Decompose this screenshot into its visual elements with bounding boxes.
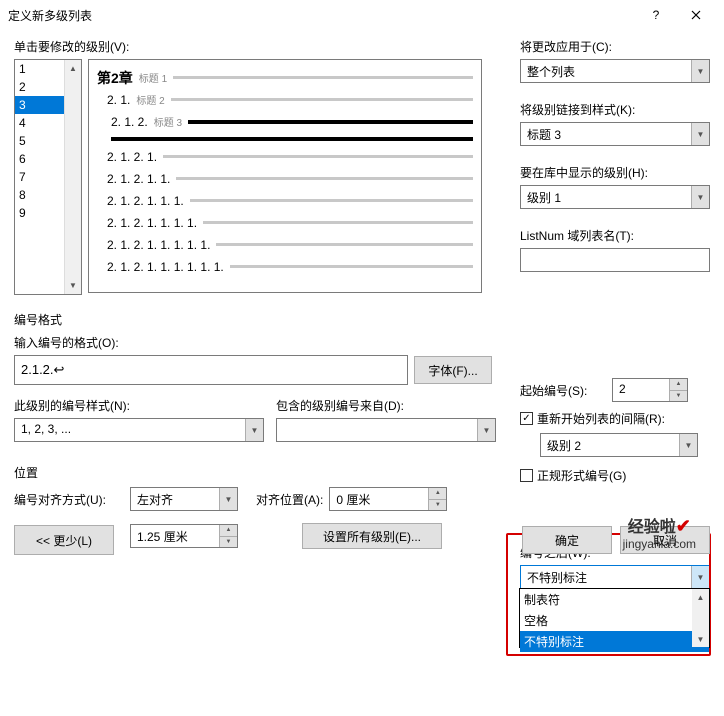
ok-button[interactable]: 确定 <box>522 526 612 554</box>
level-item-5[interactable]: 5 <box>15 132 64 150</box>
checkbox-unchecked-icon <box>520 469 533 482</box>
cancel-button[interactable]: 取消 <box>620 526 710 554</box>
scroll-up-icon[interactable]: ▲ <box>692 589 709 605</box>
follow-option-space[interactable]: 空格 <box>520 610 709 631</box>
apply-to-label: 将更改应用于(C): <box>520 38 710 55</box>
include-level-dropdown[interactable]: ▼ <box>276 418 496 442</box>
align-dropdown[interactable]: 左对齐 ▼ <box>130 487 238 511</box>
spin-up-icon[interactable]: ▲ <box>429 488 446 500</box>
close-button[interactable] <box>676 1 716 29</box>
include-level-label: 包含的级别编号来自(D): <box>276 397 496 414</box>
level-item-7[interactable]: 7 <box>15 168 64 186</box>
level-item-4[interactable]: 4 <box>15 114 64 132</box>
less-button[interactable]: << 更少(L) <box>14 525 114 555</box>
align-label: 编号对齐方式(U): <box>14 491 124 508</box>
gallery-level-dropdown[interactable]: 级别 1 ▼ <box>520 185 710 209</box>
level-item-9[interactable]: 9 <box>15 204 64 222</box>
follow-option-nothing[interactable]: 不特别标注 <box>520 631 709 652</box>
follow-option-tab[interactable]: 制表符 <box>520 589 709 610</box>
listnum-label: ListNum 域列表名(T): <box>520 227 710 244</box>
chevron-down-icon[interactable]: ▼ <box>219 488 237 510</box>
gallery-level-label: 要在库中显示的级别(H): <box>520 164 710 181</box>
titlebar: 定义新多级列表 ? <box>0 0 724 30</box>
level-item-2[interactable]: 2 <box>15 78 64 96</box>
start-at-spinner[interactable]: 2 ▲▼ <box>612 378 688 402</box>
chevron-down-icon[interactable]: ▼ <box>477 419 495 441</box>
preview-pane: 第2章标题 1 2. 1.标题 2 2. 1. 2.标题 3 2. 1. 2. … <box>88 59 482 293</box>
checkbox-checked-icon: ✓ <box>520 412 533 425</box>
chevron-down-icon[interactable]: ▼ <box>679 434 697 456</box>
link-style-dropdown[interactable]: 标题 3 ▼ <box>520 122 710 146</box>
chevron-down-icon[interactable]: ▼ <box>245 419 263 441</box>
level-list-label: 单击要修改的级别(V): <box>14 38 510 55</box>
chevron-down-icon[interactable]: ▼ <box>691 60 709 82</box>
spin-up-icon[interactable]: ▲ <box>670 379 687 391</box>
listnum-input[interactable] <box>520 248 710 272</box>
chevron-down-icon[interactable]: ▼ <box>691 186 709 208</box>
number-format-input[interactable]: 2.1.2.↩ <box>14 355 408 385</box>
scrollbar[interactable]: ▲ ▼ <box>692 589 709 647</box>
apply-to-dropdown[interactable]: 整个列表 ▼ <box>520 59 710 83</box>
aligned-at-spinner[interactable]: 0 厘米 ▲▼ <box>329 487 447 511</box>
number-style-dropdown[interactable]: 1, 2, 3, ... ▼ <box>14 418 264 442</box>
spin-down-icon[interactable]: ▼ <box>429 500 446 511</box>
help-button[interactable]: ? <box>636 1 676 29</box>
scrollbar[interactable]: ▲ ▼ <box>64 60 81 294</box>
follow-dropdown-popup[interactable]: 制表符 空格 不特别标注 ▲ ▼ <box>519 588 710 648</box>
level-item-3[interactable]: 3 <box>15 96 64 114</box>
legal-numbering-checkbox[interactable]: 正规形式编号(G) <box>520 467 626 484</box>
restart-level-dropdown[interactable]: 级别 2 ▼ <box>540 433 698 457</box>
spin-down-icon[interactable]: ▼ <box>670 391 687 402</box>
enter-format-label: 输入编号的格式(O): <box>14 334 504 351</box>
font-button[interactable]: 字体(F)... <box>414 356 492 384</box>
number-style-label: 此级别的编号样式(N): <box>14 397 264 414</box>
close-icon <box>691 10 701 20</box>
start-at-label: 起始编号(S): <box>520 382 606 399</box>
link-style-label: 将级别链接到样式(K): <box>520 101 710 118</box>
scroll-down-icon[interactable]: ▼ <box>692 631 709 647</box>
aligned-at-label: 对齐位置(A): <box>256 491 323 508</box>
level-list[interactable]: 123456789 <box>15 60 64 294</box>
window-title: 定义新多级列表 <box>8 7 636 24</box>
scroll-down-icon[interactable]: ▼ <box>65 277 81 294</box>
restart-list-checkbox[interactable]: ✓ 重新开始列表的间隔(R): <box>520 410 665 427</box>
format-section-label: 编号格式 <box>14 311 710 328</box>
level-item-8[interactable]: 8 <box>15 186 64 204</box>
level-item-6[interactable]: 6 <box>15 150 64 168</box>
chevron-down-icon[interactable]: ▼ <box>691 123 709 145</box>
level-item-1[interactable]: 1 <box>15 60 64 78</box>
scroll-up-icon[interactable]: ▲ <box>65 60 81 77</box>
